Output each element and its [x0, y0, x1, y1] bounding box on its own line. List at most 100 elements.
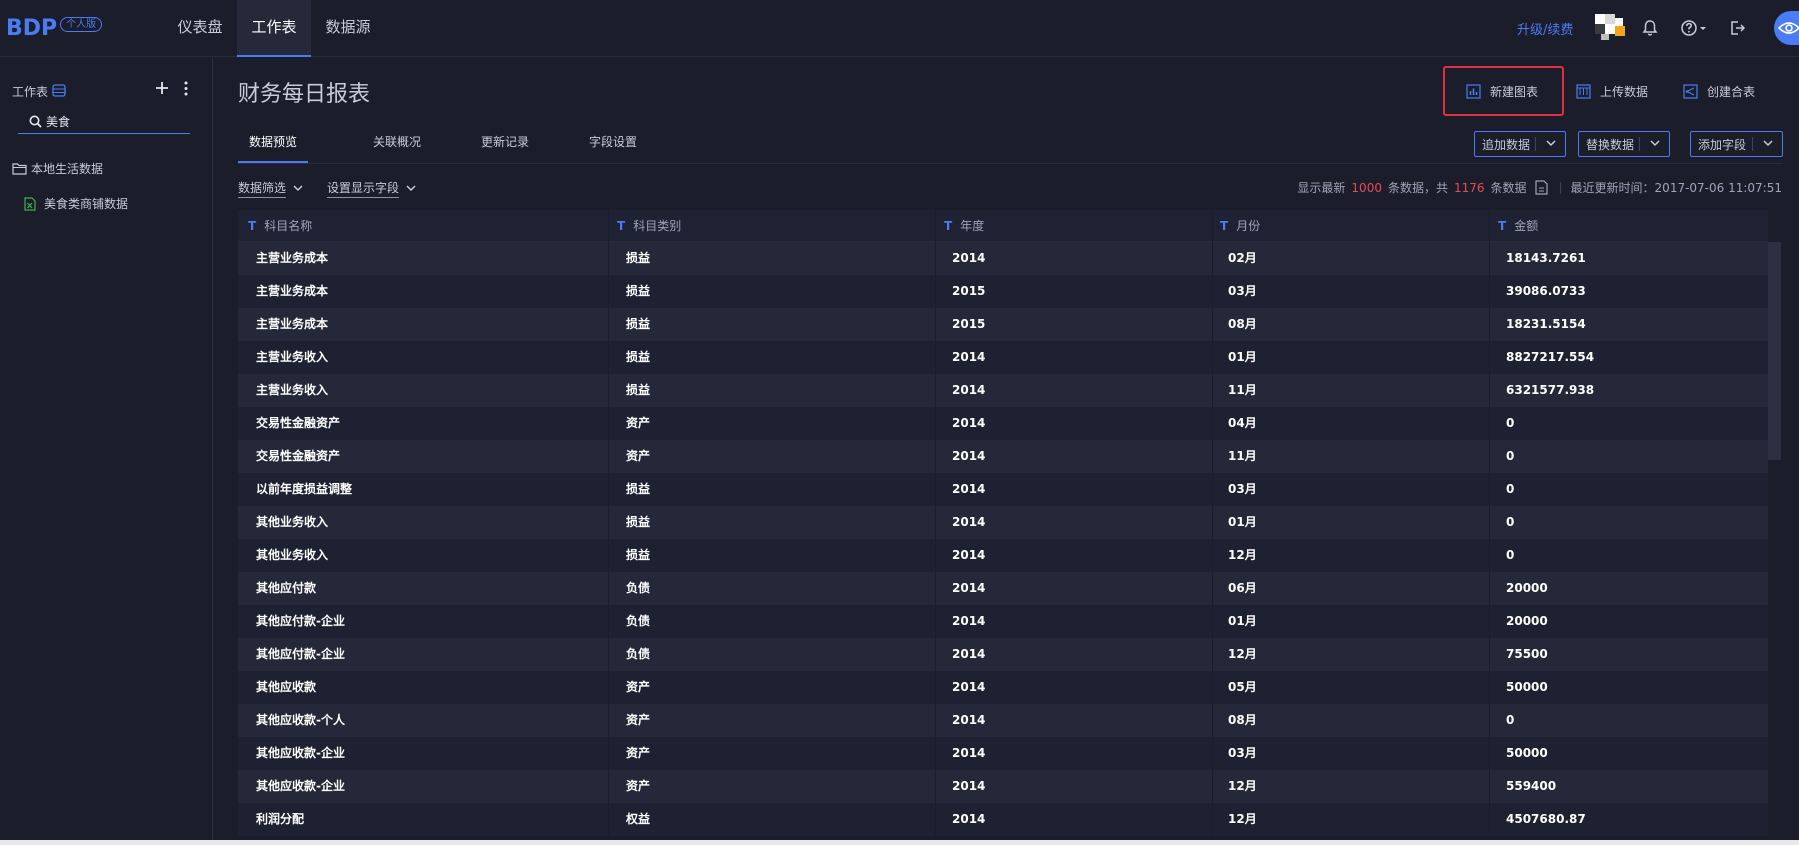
- table-cell: 其他业务收入: [256, 548, 329, 562]
- table-cell: 其他应付款: [256, 581, 317, 595]
- table-cell: 损益: [626, 317, 651, 331]
- logo-text: BDP: [6, 15, 58, 41]
- table-cell: 39086.0733: [1506, 284, 1586, 298]
- table-row: 其他应收款-企业 资产 2014 12月 559400: [238, 770, 1768, 803]
- bell-icon[interactable]: [1640, 18, 1660, 38]
- table-scroll-thumb[interactable]: [1768, 242, 1781, 460]
- logout-icon[interactable]: [1727, 18, 1747, 38]
- table-cell: 以前年度损益调整: [256, 482, 353, 496]
- nav-datasource[interactable]: 数据源: [311, 0, 385, 57]
- table-cell: 其他应收款: [256, 680, 317, 694]
- more-vertical-icon[interactable]: [183, 81, 189, 96]
- column-header[interactable]: T 科目类别: [617, 210, 681, 242]
- table-cell: 交易性金融资产: [256, 449, 341, 463]
- stats-suffix: 条数据: [1490, 181, 1527, 195]
- new-chart-highlight: [1443, 66, 1564, 116]
- table-cell: 损益: [626, 515, 651, 529]
- table-cell: 12月: [1228, 812, 1257, 826]
- data-filter-link[interactable]: 数据筛选: [238, 179, 303, 198]
- search-icon: [29, 115, 42, 128]
- corner-eye-button[interactable]: [1774, 11, 1799, 45]
- table-cell: 损益: [626, 383, 651, 397]
- table-cell: 20000: [1506, 614, 1548, 628]
- chevron-down-icon: [1650, 140, 1660, 147]
- display-fields-link[interactable]: 设置显示字段: [327, 179, 416, 198]
- logo[interactable]: BDP 个人版: [6, 14, 103, 42]
- table-row: 其他应付款 负债 2014 06月 20000: [238, 572, 1768, 605]
- table-cell: 损益: [626, 350, 651, 364]
- bottom-strip: [0, 840, 1799, 845]
- tab-data-preview[interactable]: 数据预览: [238, 129, 308, 163]
- create-merge-button[interactable]: 创建合表: [1683, 66, 1755, 116]
- column-header[interactable]: T 月份: [1220, 210, 1260, 242]
- tab-relation-overview[interactable]: 关联概况: [362, 129, 432, 163]
- column-header[interactable]: T 科目名称: [248, 210, 312, 242]
- add-field-dropdown[interactable]: 添加字段: [1690, 131, 1783, 157]
- table-cell: 6321577.938: [1506, 383, 1595, 397]
- table-cell: 2014: [952, 383, 986, 397]
- add-icon[interactable]: [154, 80, 170, 96]
- table-cell: 2014: [952, 614, 986, 628]
- table-cell: 18143.7261: [1506, 251, 1586, 265]
- append-data-label: 追加数据: [1482, 137, 1531, 152]
- table-cell: 0: [1506, 482, 1515, 496]
- nav-worksheet[interactable]: 工作表: [237, 0, 311, 57]
- avatar[interactable]: [1595, 14, 1625, 40]
- column-header[interactable]: T 年度: [944, 210, 984, 242]
- sidebar-title: 工作表: [12, 85, 49, 99]
- help-icon[interactable]: [1680, 18, 1710, 38]
- table-cell: 2014: [952, 416, 986, 430]
- table-cell: 0: [1506, 416, 1515, 430]
- tab-update-log[interactable]: 更新记录: [470, 129, 540, 163]
- table-row: 其他业务收入 损益 2014 01月 0: [238, 506, 1768, 539]
- replace-data-dropdown[interactable]: 替换数据: [1578, 131, 1670, 157]
- data-stats: 显示最新 1000 条数据，共 1176 条数据 最近更新时间：2017-07-…: [1297, 179, 1782, 196]
- table-cell: 2014: [952, 713, 986, 727]
- table-cell: 2014: [952, 515, 986, 529]
- tab-field-settings[interactable]: 字段设置: [578, 129, 648, 163]
- last-updated: 最近更新时间：2017-07-06 11:07:51: [1570, 181, 1782, 195]
- table-cell: 12月: [1228, 779, 1257, 793]
- export-icon[interactable]: [1534, 180, 1550, 195]
- table-cell: 04月: [1228, 416, 1257, 430]
- upgrade-link[interactable]: 升级/续费: [1517, 19, 1573, 38]
- text-type-icon: T: [617, 219, 626, 233]
- table-cell: 2014: [952, 812, 986, 826]
- database-icon: [52, 84, 66, 97]
- folder-label: 本地生活数据: [31, 162, 104, 176]
- table-row: 利润分配 权益 2014 12月 4507680.87: [238, 803, 1768, 836]
- table-cell: 资产: [626, 449, 651, 463]
- table-cell: 02月: [1228, 251, 1257, 265]
- table-cell: 2014: [952, 350, 986, 364]
- table-row: 其他应收款-个人 资产 2014 08月 0: [238, 704, 1768, 737]
- table-cell: 08月: [1228, 317, 1257, 331]
- file-food-shops[interactable]: 美食类商铺数据: [24, 195, 128, 212]
- table-cell: 11月: [1228, 449, 1257, 463]
- table-row: 其他应收款-企业 资产 2014 03月 50000: [238, 737, 1768, 770]
- column-header[interactable]: T 金额: [1498, 210, 1538, 242]
- append-data-dropdown[interactable]: 追加数据: [1474, 131, 1566, 157]
- table-cell: 主营业务成本: [256, 251, 329, 265]
- tabs-divider: [238, 163, 1783, 164]
- table-cell: 08月: [1228, 713, 1257, 727]
- text-type-icon: T: [1498, 219, 1507, 233]
- replace-data-label: 替换数据: [1586, 137, 1635, 152]
- table-cell: 其他应收款-企业: [256, 779, 345, 793]
- stats-shown-count: 1000: [1351, 180, 1382, 195]
- stats-mid: 条数据，共: [1387, 181, 1448, 195]
- upload-data-button[interactable]: 上传数据: [1576, 66, 1648, 116]
- search-input[interactable]: [46, 112, 186, 130]
- folder-icon: [12, 163, 27, 175]
- eye-icon: [1778, 22, 1799, 34]
- table-cell: 2014: [952, 647, 986, 661]
- add-field-label: 添加字段: [1698, 137, 1747, 152]
- table-cell: 其他应收款-个人: [256, 713, 345, 727]
- table-row: 其他应付款-企业 负债 2014 01月 20000: [238, 605, 1768, 638]
- nav-dashboard[interactable]: 仪表盘: [163, 0, 237, 57]
- sidebar-search: [18, 110, 190, 134]
- table-cell: 资产: [626, 680, 651, 694]
- table-cell: 负债: [626, 614, 651, 628]
- table-row: 主营业务成本 损益 2015 08月 18231.5154: [238, 308, 1768, 341]
- table-cell: 交易性金融资产: [256, 416, 341, 430]
- folder-local-life[interactable]: 本地生活数据: [12, 160, 103, 177]
